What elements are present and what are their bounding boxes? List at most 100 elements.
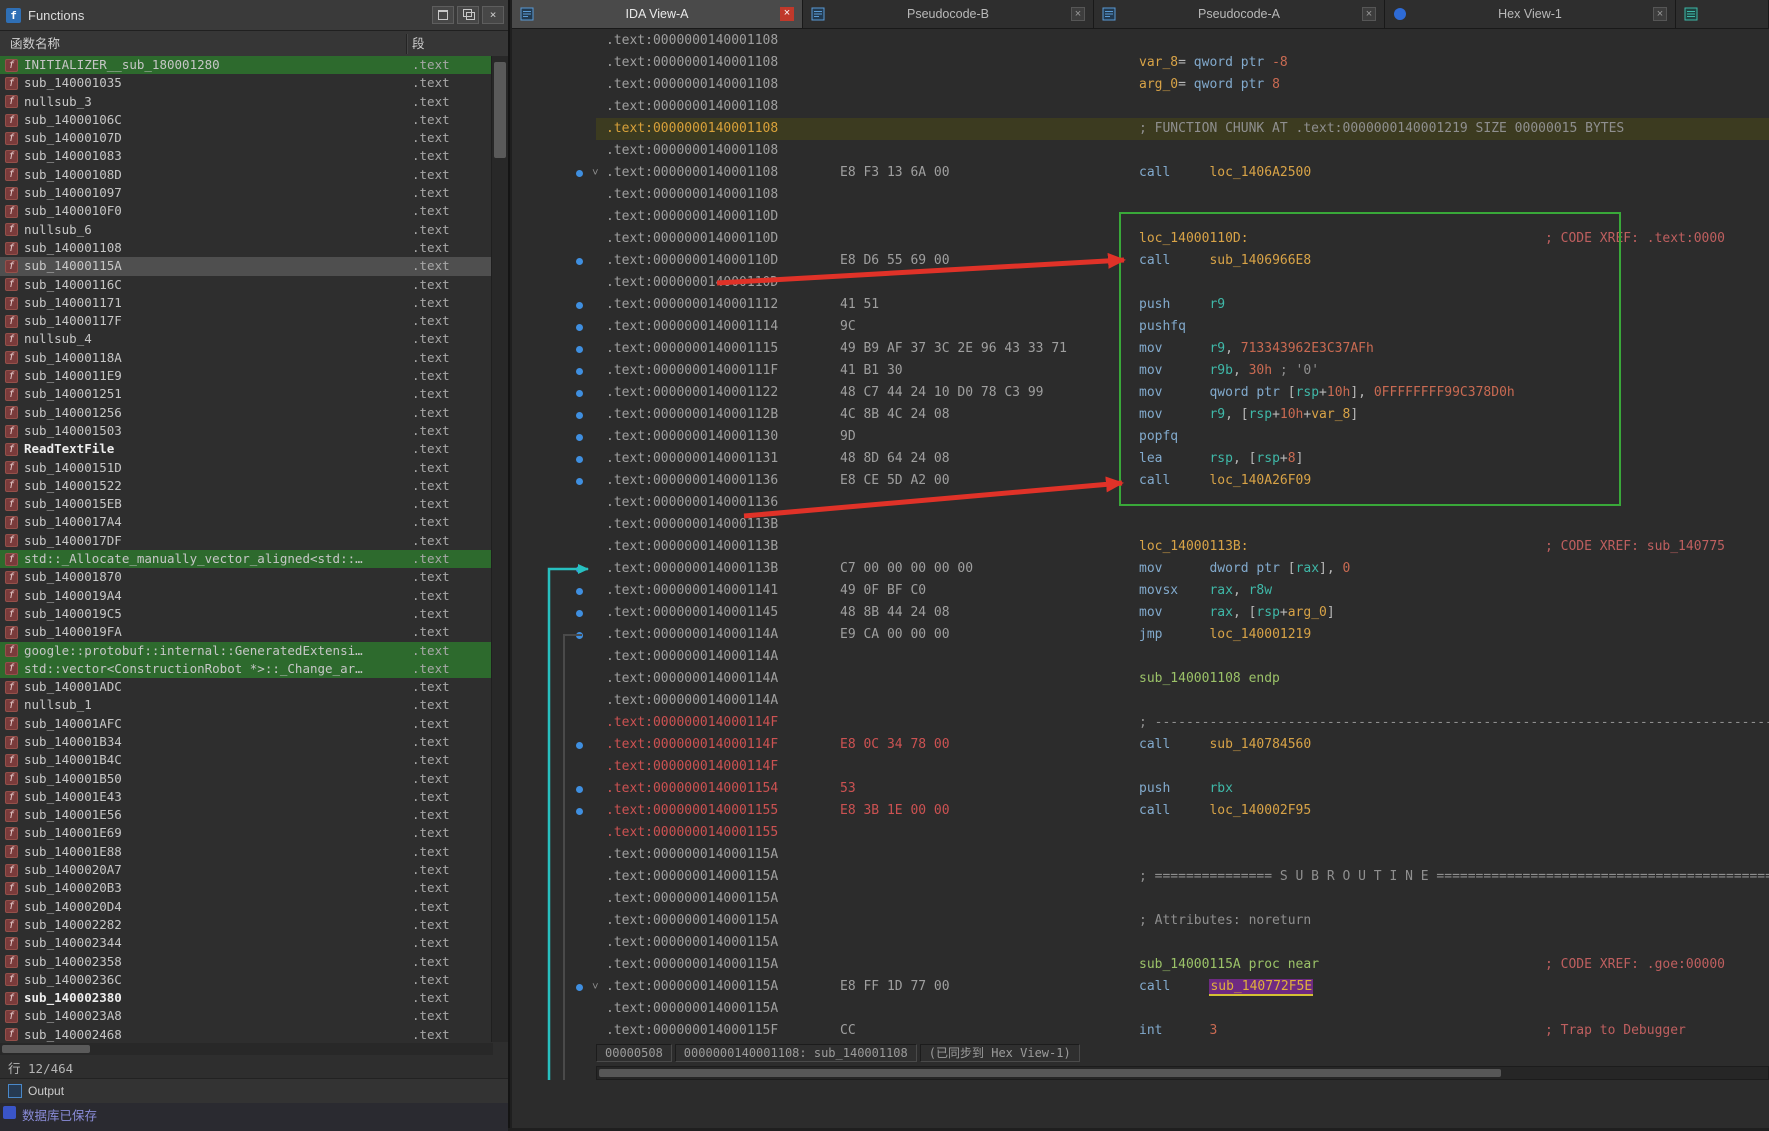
collapse-arrow-icon[interactable]: ˅ bbox=[592, 976, 599, 998]
function-row[interactable]: fsub_140001256.text bbox=[0, 404, 493, 422]
disasm-line[interactable]: .text:000000014000110Dloc_14000110D:; CO… bbox=[512, 228, 1769, 250]
function-row[interactable]: fsub_140001B34.text bbox=[0, 733, 493, 751]
column-divider[interactable] bbox=[406, 34, 408, 54]
float-button[interactable] bbox=[457, 6, 479, 24]
disasm-line[interactable]: .text:000000014000112248 C7 44 24 10 D0 … bbox=[512, 382, 1769, 404]
function-row[interactable]: fgoogle::protobuf::internal::GeneratedEx… bbox=[0, 642, 493, 660]
disasm-line[interactable]: .text:000000014000115A bbox=[512, 932, 1769, 954]
disasm-line[interactable]: .text:0000000140001155 bbox=[512, 822, 1769, 844]
disasm-line[interactable]: .text:0000000140001108arg_0= qword ptr 8 bbox=[512, 74, 1769, 96]
function-row[interactable]: fstd::_Allocate_manually_vector_aligned<… bbox=[0, 550, 493, 568]
disasm-line[interactable]: .text:000000014000110D bbox=[512, 206, 1769, 228]
function-row[interactable]: fsub_1400020D4.text bbox=[0, 898, 493, 916]
scrollbar-thumb[interactable] bbox=[494, 62, 506, 158]
disasm-line[interactable]: .text:000000014000113148 8D 64 24 08lea … bbox=[512, 448, 1769, 470]
function-row[interactable]: fsub_1400015EB.text bbox=[0, 495, 493, 513]
disasm-line[interactable]: .text:000000014000114149 0F BF C0movsx r… bbox=[512, 580, 1769, 602]
disasm-line[interactable]: .text:000000014000115A bbox=[512, 998, 1769, 1020]
disasm-line[interactable]: .text:0000000140001108 bbox=[512, 96, 1769, 118]
function-row[interactable]: fsub_140001522.text bbox=[0, 477, 493, 495]
function-row[interactable]: fsub_140002344.text bbox=[0, 934, 493, 952]
close-tab-icon[interactable]: × bbox=[1071, 7, 1085, 21]
disasm-line[interactable]: .text:000000014000110D bbox=[512, 272, 1769, 294]
disasm-line[interactable]: .text:000000014000114A bbox=[512, 690, 1769, 712]
function-row[interactable]: fsub_14000116C.text bbox=[0, 276, 493, 294]
function-row[interactable]: fsub_140001035.text bbox=[0, 74, 493, 92]
disasm-line[interactable]: .text:000000014000114FE8 0C 34 78 00call… bbox=[512, 734, 1769, 756]
disasm-line[interactable]: .text:0000000140001108 bbox=[512, 140, 1769, 162]
tab-pseudocode-a[interactable]: Pseudocode-A × bbox=[1094, 0, 1385, 28]
function-row[interactable]: fnullsub_3.text bbox=[0, 93, 493, 111]
function-row[interactable]: fsub_140001503.text bbox=[0, 422, 493, 440]
function-row[interactable]: fsub_1400019C5.text bbox=[0, 605, 493, 623]
function-row[interactable]: fsub_1400011E9.text bbox=[0, 367, 493, 385]
function-row[interactable]: fsub_140001083.text bbox=[0, 147, 493, 165]
function-row[interactable]: fsub_140001AFC.text bbox=[0, 715, 493, 733]
disasm-line[interactable]: .text:000000014000111549 B9 AF 37 3C 2E … bbox=[512, 338, 1769, 360]
disasm-line[interactable]: .text:0000000140001155E8 3B 1E 00 00call… bbox=[512, 800, 1769, 822]
disasm-line[interactable]: .text:000000014000112B4C 8B 4C 24 08mov … bbox=[512, 404, 1769, 426]
close-tab-icon[interactable]: × bbox=[1653, 7, 1667, 21]
tab-hex-view-1[interactable]: Hex View-1 × bbox=[1385, 0, 1676, 28]
disasm-line[interactable]: .text:000000014000111241 51push r9 bbox=[512, 294, 1769, 316]
disasm-line[interactable]: .text:000000014000115453push rbx bbox=[512, 778, 1769, 800]
function-row[interactable]: fsub_140001171.text bbox=[0, 294, 493, 312]
disasm-line[interactable]: .text:0000000140001108 bbox=[512, 184, 1769, 206]
disasm-line[interactable]: .text:000000014000115A; =============== … bbox=[512, 866, 1769, 888]
function-row[interactable]: fsub_140002282.text bbox=[0, 916, 493, 934]
function-row[interactable]: fsub_1400023A8.text bbox=[0, 1007, 493, 1025]
disasm-line[interactable]: .text:000000014000115A bbox=[512, 888, 1769, 910]
function-row[interactable]: fsub_14000108D.text bbox=[0, 166, 493, 184]
disasm-line[interactable]: .text:000000014000115A; Attributes: nore… bbox=[512, 910, 1769, 932]
function-row[interactable]: fsub_140001B50.text bbox=[0, 770, 493, 788]
disasm-line[interactable]: .text:000000014000115A bbox=[512, 844, 1769, 866]
disasm-line[interactable]: .text:00000001400011149Cpushfq bbox=[512, 316, 1769, 338]
function-row[interactable]: fnullsub_1.text bbox=[0, 696, 493, 714]
disasm-horizontal-scr ollbar[interactable] bbox=[596, 1066, 1769, 1080]
close-tab-icon[interactable]: × bbox=[780, 7, 794, 21]
disasm-line[interactable]: .text:000000014000115Asub_14000115A proc… bbox=[512, 954, 1769, 976]
column-function-name[interactable]: 函数名称 bbox=[10, 31, 60, 57]
function-row[interactable]: fsub_14000117F.text bbox=[0, 312, 493, 330]
function-row[interactable]: fstd::vector<ConstructionRobot *>::_Chan… bbox=[0, 660, 493, 678]
function-row[interactable]: fsub_14000106C.text bbox=[0, 111, 493, 129]
functions-vertical-scrollbar[interactable] bbox=[491, 56, 508, 1042]
function-row[interactable]: fsub_1400020B3.text bbox=[0, 879, 493, 897]
function-row[interactable]: fsub_140001E43.text bbox=[0, 788, 493, 806]
function-row[interactable]: fnullsub_6.text bbox=[0, 221, 493, 239]
function-row[interactable]: fsub_140001870.text bbox=[0, 568, 493, 586]
functions-titlebar[interactable]: f Functions × bbox=[0, 0, 508, 31]
function-row[interactable]: fsub_1400020A7.text bbox=[0, 861, 493, 879]
function-row[interactable]: fsub_140002380.text bbox=[0, 989, 493, 1007]
function-row[interactable]: fsub_1400017A4.text bbox=[0, 513, 493, 531]
disasm-line[interactable]: .text:000000014000114AE9 CA 00 00 00jmp … bbox=[512, 624, 1769, 646]
collapse-arrow-icon[interactable]: ˅ bbox=[592, 162, 599, 184]
close-tab-icon[interactable]: × bbox=[1362, 7, 1376, 21]
output-tab[interactable]: Output bbox=[0, 1078, 508, 1103]
function-row[interactable]: fsub_140002358.text bbox=[0, 953, 493, 971]
scrollbar-thumb[interactable] bbox=[2, 1045, 90, 1053]
function-row[interactable]: fsub_14000115A.text bbox=[0, 257, 493, 275]
maximize-button[interactable] bbox=[432, 6, 454, 24]
function-row[interactable]: fsub_14000107D.text bbox=[0, 129, 493, 147]
function-row[interactable]: fsub_140001E88.text bbox=[0, 843, 493, 861]
function-row[interactable]: fsub_140001E56.text bbox=[0, 806, 493, 824]
function-row[interactable]: fsub_140001251.text bbox=[0, 385, 493, 403]
disasm-line[interactable]: .text:000000014000114Asub_140001108 endp bbox=[512, 668, 1769, 690]
function-row[interactable]: fINITIALIZER__sub_180001280.text bbox=[0, 56, 493, 74]
disasm-line[interactable]: .text:000000014000114A bbox=[512, 646, 1769, 668]
scrollbar-thumb[interactable] bbox=[599, 1069, 1501, 1077]
function-row[interactable]: fnullsub_4.text bbox=[0, 330, 493, 348]
disasm-line[interactable]: .text:000000014000115FCCint 3; Trap to D… bbox=[512, 1020, 1769, 1042]
disasm-line[interactable]: .text:0000000140001136E8 CE 5D A2 00call… bbox=[512, 470, 1769, 492]
disasm-line[interactable]: .text:000000014000111F41 B1 30mov r9b, 3… bbox=[512, 360, 1769, 382]
disasm-line[interactable]: .text:000000014000113B bbox=[512, 514, 1769, 536]
function-row[interactable]: fsub_1400010F0.text bbox=[0, 202, 493, 220]
close-button[interactable]: × bbox=[482, 6, 504, 24]
disasm-line[interactable]: .text:000000014000114F; ----------------… bbox=[512, 712, 1769, 734]
function-row[interactable]: fsub_1400019FA.text bbox=[0, 623, 493, 641]
disasm-line[interactable]: .text:0000000140001108 bbox=[512, 30, 1769, 52]
disasm-line[interactable]: .text:000000014000114548 8B 44 24 08mov … bbox=[512, 602, 1769, 624]
function-row[interactable]: fsub_140001E69.text bbox=[0, 824, 493, 842]
function-row[interactable]: fsub_140001B4C.text bbox=[0, 751, 493, 769]
